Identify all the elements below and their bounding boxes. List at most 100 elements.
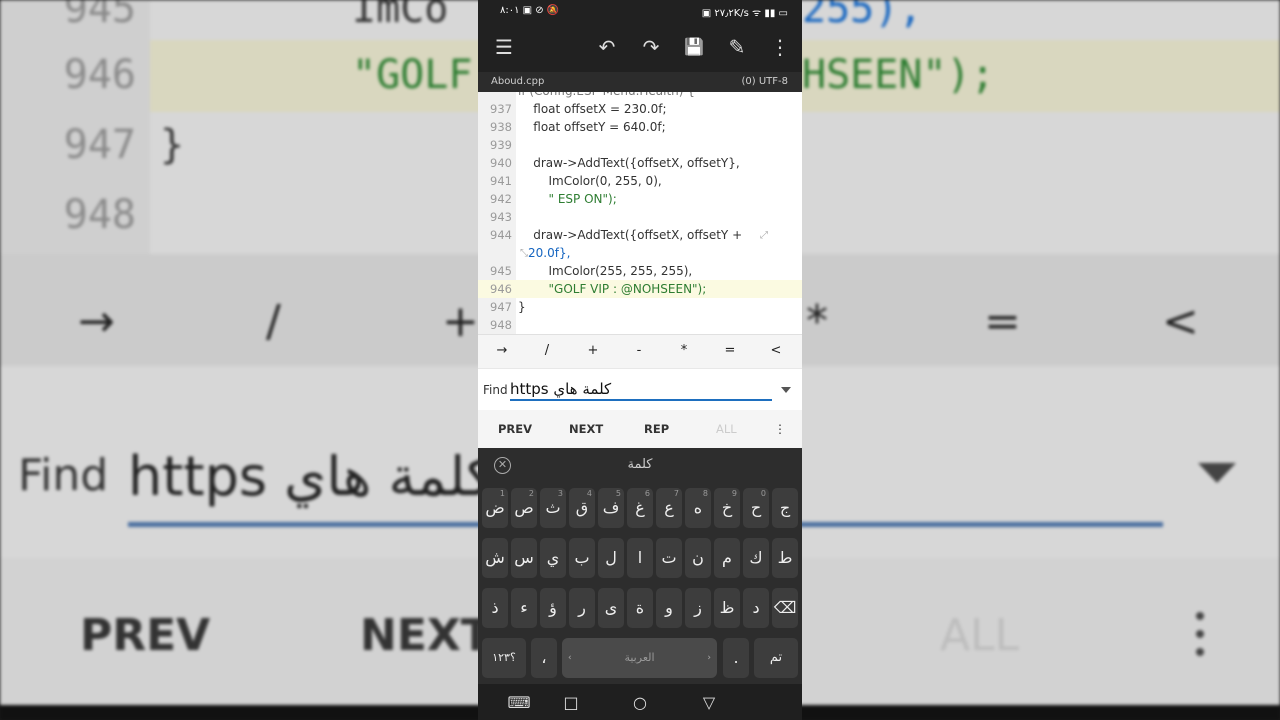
backspace-key[interactable]: ⌫ [772, 588, 798, 628]
bg-code: "GOLF [352, 52, 473, 98]
letter-key[interactable]: ت [656, 538, 682, 578]
keyboard: ✕ كلمة ض1ص2ث3ق4ف5غ6ع7ه8خ9ح0ج شسيبلاتنمكط… [478, 448, 802, 684]
letter-key[interactable]: س [511, 538, 537, 578]
letter-key[interactable]: ض1 [482, 488, 508, 528]
letter-key[interactable]: ح0 [743, 488, 769, 528]
bg-symbol: → [78, 296, 115, 347]
back-icon[interactable]: ▽ [697, 693, 721, 712]
comma-key[interactable]: ، [531, 638, 557, 678]
letter-key[interactable]: ي [540, 538, 566, 578]
bg-code: HSEEN"); [802, 52, 995, 98]
code-line: 947} [490, 300, 526, 314]
code-editor[interactable]: if (Config.ESP Menu.Health) { 937 float … [478, 92, 802, 334]
symbol-key[interactable]: * [674, 343, 694, 358]
redo-icon[interactable]: ↷ [638, 34, 664, 60]
prev-button[interactable]: PREV [498, 422, 532, 436]
key-digit-hint: 3 [557, 489, 563, 498]
key-label: ث [545, 498, 561, 517]
bg-code: ImCo [352, 0, 449, 32]
letter-key[interactable]: ل [598, 538, 624, 578]
key-label: ج [779, 498, 791, 517]
letter-key[interactable]: غ6 [627, 488, 653, 528]
letter-key[interactable]: ق4 [569, 488, 595, 528]
key-label: ق [575, 498, 589, 517]
keyboard-icon[interactable]: ⌨ [507, 693, 531, 712]
letter-key[interactable]: ؤ [540, 588, 566, 628]
symbol-key[interactable]: = [720, 343, 740, 358]
menu-icon[interactable]: ☰ [491, 34, 517, 60]
symbol-key[interactable]: < [766, 343, 786, 358]
replace-all-button[interactable]: ALL [716, 422, 737, 436]
letter-key[interactable]: ص2 [511, 488, 537, 528]
letter-key[interactable]: و [656, 588, 682, 628]
key-digit-hint: 8 [702, 489, 708, 498]
key-digit-hint: 0 [760, 489, 766, 498]
code-line: 941 ImColor(0, 255, 0), [490, 174, 662, 188]
symbol-key[interactable]: → [492, 343, 512, 358]
key-label: ز [694, 598, 702, 617]
nav-bar: ⌨ □ ○ ▽ [478, 684, 802, 720]
key-label: ب [574, 548, 590, 567]
bg-symbol: * [806, 296, 828, 347]
wrap-end-icon: ⤢ [760, 230, 768, 241]
undo-icon[interactable]: ↶ [594, 34, 620, 60]
letter-key[interactable]: ء [511, 588, 537, 628]
next-button[interactable]: NEXT [569, 422, 603, 436]
recents-icon[interactable]: □ [559, 693, 583, 712]
find-input[interactable] [510, 379, 772, 401]
enter-key[interactable]: تم [754, 638, 798, 678]
key-label: ذ [491, 598, 499, 617]
more-icon[interactable]: ⋮ [767, 34, 793, 60]
letter-key[interactable]: ف5 [598, 488, 624, 528]
suggestion-word[interactable]: كلمة [478, 457, 802, 472]
letter-key[interactable]: م [714, 538, 740, 578]
symbol-bar: → / + - * = < [478, 334, 802, 368]
symbols-key[interactable]: ؟١٢٣ [482, 638, 526, 678]
letter-key[interactable]: ب [569, 538, 595, 578]
code-line: 943 [490, 210, 512, 224]
letter-key[interactable]: ه8 [685, 488, 711, 528]
find-more-icon[interactable]: ⋮ [774, 422, 786, 436]
key-label: ا [637, 548, 643, 567]
letter-key[interactable]: خ9 [714, 488, 740, 528]
letter-key[interactable]: ذ [482, 588, 508, 628]
key-label: د [752, 598, 760, 617]
file-name[interactable]: Aboud.cpp [491, 76, 544, 87]
letter-key[interactable]: ش [482, 538, 508, 578]
period-key[interactable]: . [723, 638, 749, 678]
letter-key[interactable]: ر [569, 588, 595, 628]
letter-key[interactable]: ك [743, 538, 769, 578]
key-digit-hint: 6 [644, 489, 650, 498]
save-icon[interactable]: 💾 [681, 34, 707, 60]
key-label: ة [635, 598, 645, 617]
symbol-key[interactable]: / [537, 343, 557, 358]
letter-key[interactable]: ز [685, 588, 711, 628]
letter-key[interactable]: ة [627, 588, 653, 628]
home-icon[interactable]: ○ [628, 693, 652, 712]
edit-icon[interactable]: ✎ [724, 34, 750, 60]
backspace-icon: ⌫ [773, 598, 797, 617]
bg-symbol: + [442, 296, 479, 347]
letter-key[interactable]: ظ [714, 588, 740, 628]
find-bar: Find [478, 368, 802, 410]
letter-key[interactable]: ط [772, 538, 798, 578]
key-label: ن [692, 548, 704, 567]
symbol-key[interactable]: + [583, 343, 603, 358]
replace-button[interactable]: REP [644, 422, 669, 436]
find-dropdown-icon[interactable] [781, 387, 791, 393]
key-label: ح [750, 498, 762, 517]
letter-key[interactable]: ا [627, 538, 653, 578]
letter-key[interactable]: ع7 [656, 488, 682, 528]
bg-code: } [160, 122, 185, 168]
status-right: ▣ ٢٧٫٢K/s ᯤ ▮▮ ▭ [701, 8, 788, 19]
symbol-key[interactable]: - [629, 343, 649, 358]
key-digit-hint: 4 [586, 489, 592, 498]
letter-key[interactable]: ث3 [540, 488, 566, 528]
key-label: و [665, 598, 673, 617]
letter-key[interactable]: ى [598, 588, 624, 628]
bg-line-number: 946 [63, 52, 136, 98]
space-key[interactable]: ‹ العربية › [562, 638, 717, 678]
letter-key[interactable]: ن [685, 538, 711, 578]
letter-key[interactable]: ج [772, 488, 798, 528]
letter-key[interactable]: د [743, 588, 769, 628]
